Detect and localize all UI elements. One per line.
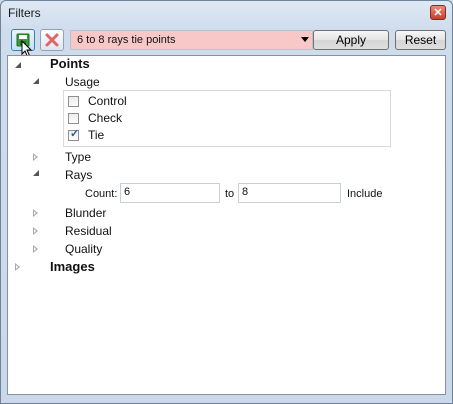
rays-max-input[interactable]: 8 xyxy=(238,183,341,203)
tie-checkbox[interactable]: ✓ xyxy=(68,128,80,141)
expand-points-icon[interactable] xyxy=(15,62,21,68)
filter-tree-panel: Points Usage Control Check ✓ Tie Type Ra… xyxy=(7,55,446,395)
close-window-button[interactable]: ✕ xyxy=(430,5,446,20)
tree-node-quality[interactable]: Quality xyxy=(65,240,102,258)
filter-select-value: 6 to 8 rays tie points xyxy=(77,34,176,46)
checkmark-icon: ✓ xyxy=(70,128,80,140)
tree-node-rays[interactable]: Rays xyxy=(65,166,92,184)
check-label: Check xyxy=(88,111,123,125)
tree-node-images[interactable]: Images xyxy=(50,258,95,276)
expand-blunder-icon[interactable] xyxy=(33,209,38,217)
expand-type-icon[interactable] xyxy=(33,153,38,161)
tree-node-points[interactable]: Points xyxy=(50,55,90,73)
tie-label: Tie xyxy=(88,128,105,142)
tree-node-blunder[interactable]: Blunder xyxy=(65,204,106,222)
window-title: Filters xyxy=(8,6,41,20)
delete-filter-button[interactable] xyxy=(40,29,64,51)
rays-to-label: to xyxy=(225,188,235,200)
rays-min-input[interactable]: 6 xyxy=(120,183,220,203)
close-icon: ✕ xyxy=(433,7,443,19)
control-checkbox[interactable] xyxy=(68,96,79,107)
rays-include-label: Include xyxy=(347,188,383,200)
rays-count-label: Count: xyxy=(85,188,118,200)
expand-rays-icon[interactable] xyxy=(33,170,39,176)
reset-button[interactable]: Reset xyxy=(395,30,446,50)
chevron-down-icon[interactable] xyxy=(301,37,309,42)
filter-select[interactable]: 6 to 8 rays tie points xyxy=(70,30,313,50)
check-checkbox[interactable] xyxy=(68,113,79,124)
filters-window: Filters ✕ 6 to 8 rays tie points Apply R… xyxy=(0,0,453,404)
usage-options-box: Control Check ✓ Tie xyxy=(63,90,391,147)
control-label: Control xyxy=(88,94,127,108)
expand-quality-icon[interactable] xyxy=(33,245,38,253)
apply-button[interactable]: Apply xyxy=(313,30,389,50)
expand-usage-icon[interactable] xyxy=(33,78,39,84)
expand-residual-icon[interactable] xyxy=(33,227,38,235)
tree-node-usage[interactable]: Usage xyxy=(65,73,100,91)
rays-max-value: 8 xyxy=(242,186,249,198)
toolbar: 6 to 8 rays tie points Apply Reset xyxy=(9,28,446,58)
expand-images-icon[interactable] xyxy=(15,263,20,271)
rays-min-value: 6 xyxy=(124,186,131,198)
delete-icon xyxy=(45,33,59,47)
title-bar[interactable]: Filters ✕ xyxy=(1,1,452,25)
tree-node-residual[interactable]: Residual xyxy=(65,222,112,240)
tree-node-type[interactable]: Type xyxy=(65,148,91,166)
